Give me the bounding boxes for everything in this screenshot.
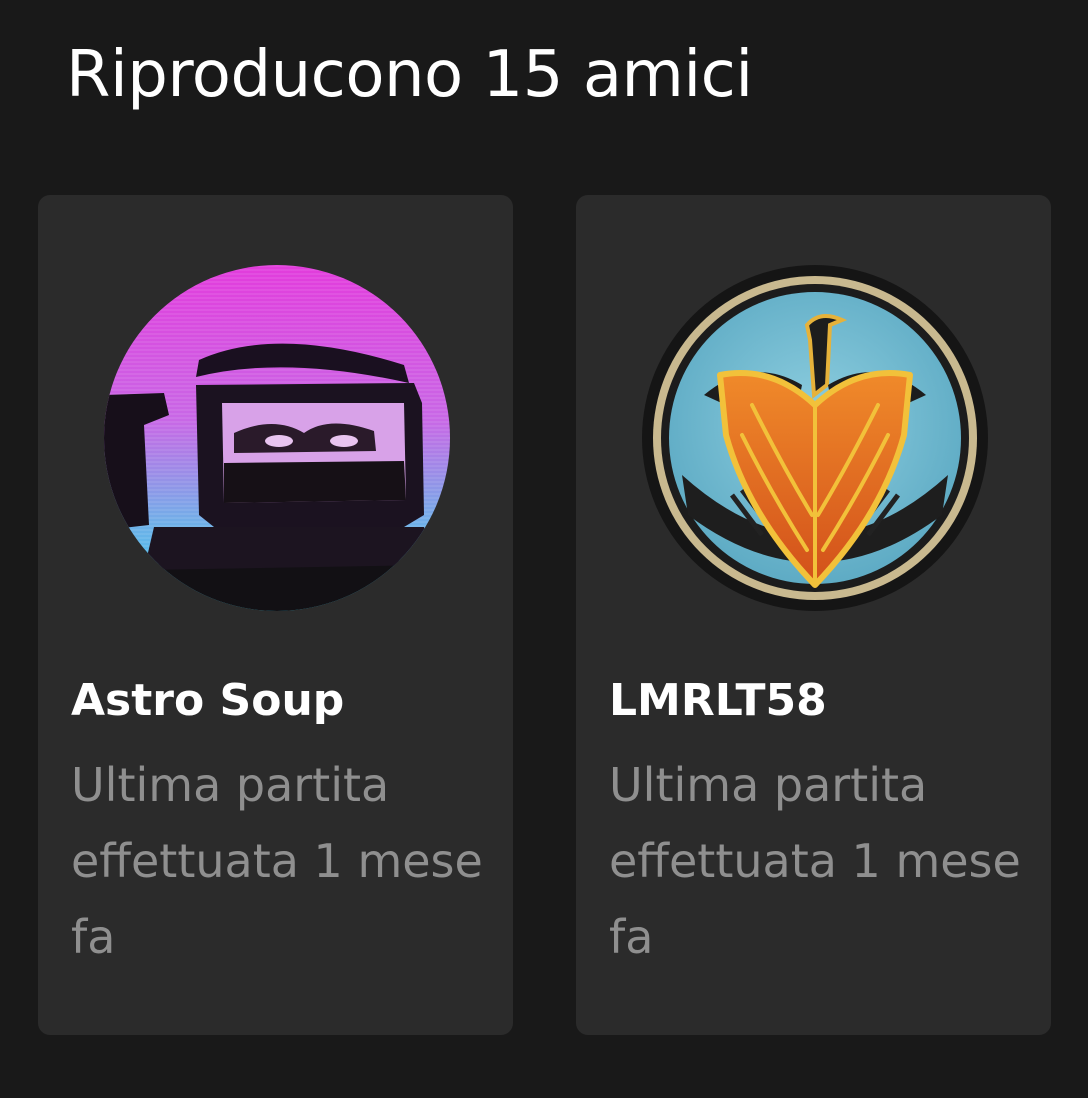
friend-card-lmrlt58[interactable]: LMRLT58 Ultima partita effettuata 1 mese… — [576, 195, 1051, 1035]
friend-card-astro-soup[interactable]: Astro Soup Ultima partita effettuata 1 m… — [38, 195, 513, 1035]
page-title: Riproducono 15 amici — [66, 38, 753, 112]
phoenix-shield-emblem-avatar-icon — [642, 265, 988, 611]
friend-name: Astro Soup — [71, 675, 345, 726]
friend-name: LMRLT58 — [609, 675, 827, 726]
avatar — [104, 265, 450, 611]
avatar — [642, 265, 988, 611]
astronaut-helmet-avatar-icon — [104, 265, 450, 611]
last-played-status: Ultima partita effettuata 1 mese fa — [609, 758, 1021, 964]
last-played-status: Ultima partita effettuata 1 mese fa — [71, 758, 483, 964]
